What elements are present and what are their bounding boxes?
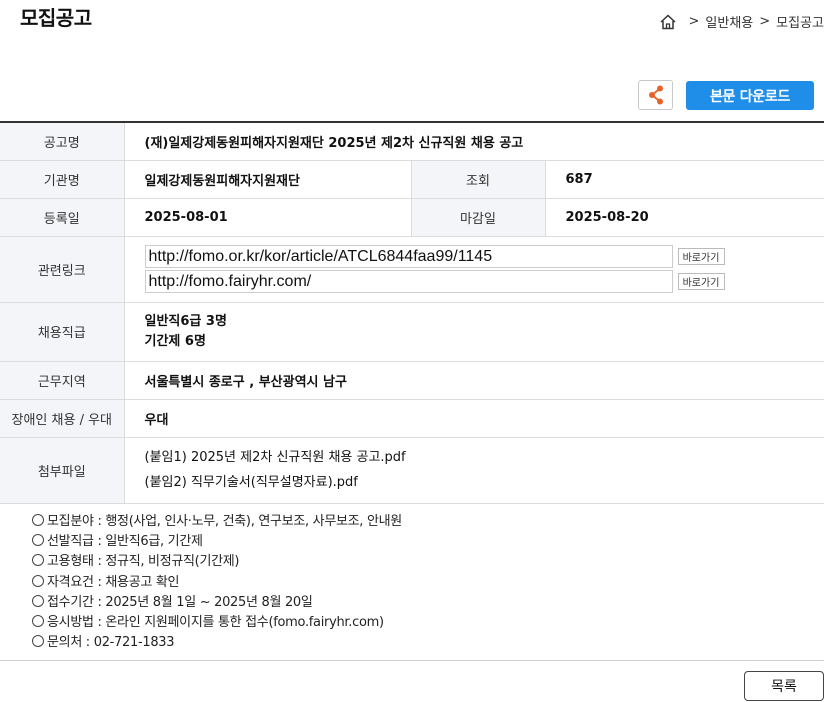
table-row: 첨부파일 (붙임1) 2025년 제2차 신규직원 채용 공고.pdf (붙임2… <box>0 437 824 504</box>
title-value: (재)일제강제동원피해자지원재단 2025년 제2차 신규직원 채용 공고 <box>124 122 824 161</box>
page-title: 모집공고 <box>20 6 92 30</box>
table-row: 근무지역 서울특별시 종로구 , 부산광역시 남구 <box>0 361 824 400</box>
table-row: 장애인 채용 / 우대 우대 <box>0 399 824 438</box>
detail-item: 응시방법 : 온라인 지원페이지를 통한 접수(fomo.fairyhr.com… <box>32 613 402 633</box>
deadline-label: 마감일 <box>410 198 546 237</box>
detail-text: 접수기간 : 2025년 8월 1일 ~ 2025년 8월 20일 <box>47 594 313 610</box>
breadcrumb-item-general-hiring[interactable]: 일반채용 <box>705 12 753 31</box>
table-row: 기관명 일제강제동원피해자지원재단 조회 687 <box>0 160 824 199</box>
disabled-hiring-label: 장애인 채용 / 우대 <box>0 399 125 438</box>
go-link-button[interactable]: 바로가기 <box>677 248 725 265</box>
circle-bullet-icon <box>32 635 44 648</box>
reg-date-label: 등록일 <box>0 198 125 237</box>
detail-item: 선발직급 : 일반직6급, 기간제 <box>32 532 402 552</box>
attachment-link[interactable]: (붙임1) 2025년 제2차 신규직원 채용 공고.pdf <box>145 445 824 470</box>
notice-details: 모집분야 : 행정(사업, 인사·노무, 건축), 연구보조, 사무보조, 안내… <box>32 512 402 653</box>
circle-bullet-icon <box>32 554 44 567</box>
detail-item: 자격요건 : 채용공고 확인 <box>32 573 402 593</box>
circle-bullet-icon <box>32 514 44 526</box>
disabled-hiring-value: 우대 <box>124 399 824 438</box>
detail-item: 문의처 : 02-721-1833 <box>32 633 402 653</box>
breadcrumb-separator: > <box>759 14 771 29</box>
reg-date-value: 2025-08-01 <box>124 198 411 237</box>
detail-item: 접수기간 : 2025년 8월 1일 ~ 2025년 8월 20일 <box>32 593 402 613</box>
attachments-cell: (붙임1) 2025년 제2차 신규직원 채용 공고.pdf (붙임2) 직무기… <box>124 437 824 504</box>
title-label: 공고명 <box>0 122 125 161</box>
link-field[interactable]: http://fomo.or.kr/kor/article/ATCL6844fa… <box>144 245 673 268</box>
position-item: 기간제 6명 <box>144 333 206 349</box>
table-row: 채용직급 일반직6급 3명 기간제 6명 <box>0 302 824 362</box>
positions-cell: 일반직6급 3명 기간제 6명 <box>124 302 824 362</box>
links-cell: http://fomo.or.kr/kor/article/ATCL6844fa… <box>124 236 824 303</box>
link-row: http://fomo.fairyhr.com/ 바로가기 <box>144 270 824 293</box>
org-value: 일제강제동원피해자지원재단 <box>124 160 411 199</box>
detail-item: 고용형태 : 정규직, 비정규직(기간제) <box>32 552 402 572</box>
table-row: 공고명 (재)일제강제동원피해자지원재단 2025년 제2차 신규직원 채용 공… <box>0 122 824 161</box>
position-item: 일반직6급 3명 <box>144 313 227 329</box>
circle-bullet-icon <box>32 534 44 547</box>
detail-text: 자격요건 : 채용공고 확인 <box>47 574 180 590</box>
detail-text: 응시방법 : 온라인 지원페이지를 통한 접수(fomo.fairyhr.com… <box>47 615 384 631</box>
links-label: 관련링크 <box>0 236 125 303</box>
go-link-button[interactable]: 바로가기 <box>677 273 725 290</box>
divider <box>0 660 824 661</box>
share-icon <box>648 85 663 105</box>
circle-bullet-icon <box>32 594 44 607</box>
link-row: http://fomo.or.kr/kor/article/ATCL6844fa… <box>144 245 824 268</box>
breadcrumb-item-notice[interactable]: 모집공고 <box>776 12 824 31</box>
detail-text: 모집분야 : 행정(사업, 인사·노무, 건축), 연구보조, 사무보조, 안내… <box>47 514 402 529</box>
region-label: 근무지역 <box>0 361 125 400</box>
circle-bullet-icon <box>32 615 44 628</box>
positions-label: 채용직급 <box>0 302 125 362</box>
detail-text: 고용형태 : 정규직, 비정규직(기간제) <box>47 554 240 570</box>
deadline-value: 2025-08-20 <box>545 198 824 237</box>
home-icon[interactable] <box>659 13 677 31</box>
org-label: 기관명 <box>0 160 125 199</box>
detail-text: 문의처 : 02-721-1833 <box>47 635 175 651</box>
share-button[interactable] <box>638 80 673 110</box>
region-value: 서울특별시 종로구 , 부산광역시 남구 <box>124 361 824 400</box>
notice-info-table: 공고명 (재)일제강제동원피해자지원재단 2025년 제2차 신규직원 채용 공… <box>0 121 824 504</box>
download-body-button[interactable]: 본문 다운로드 <box>686 81 814 110</box>
table-row: 관련링크 http://fomo.or.kr/kor/article/ATCL6… <box>0 236 824 303</box>
breadcrumb-separator: > <box>688 14 700 29</box>
views-label: 조회 <box>410 160 546 199</box>
table-row: 등록일 2025-08-01 마감일 2025-08-20 <box>0 198 824 237</box>
attachment-link[interactable]: (붙임2) 직무기술서(직무설명자료).pdf <box>145 470 824 495</box>
views-value: 687 <box>545 160 824 199</box>
detail-text: 선발직급 : 일반직6급, 기간제 <box>47 534 203 550</box>
link-field[interactable]: http://fomo.fairyhr.com/ <box>144 270 673 293</box>
breadcrumb: > 일반채용 > 모집공고 <box>659 12 824 31</box>
circle-bullet-icon <box>32 574 44 587</box>
detail-item: 모집분야 : 행정(사업, 인사·노무, 건축), 연구보조, 사무보조, 안내… <box>32 512 402 532</box>
attachments-label: 첨부파일 <box>0 437 125 504</box>
list-button[interactable]: 목록 <box>744 671 824 701</box>
